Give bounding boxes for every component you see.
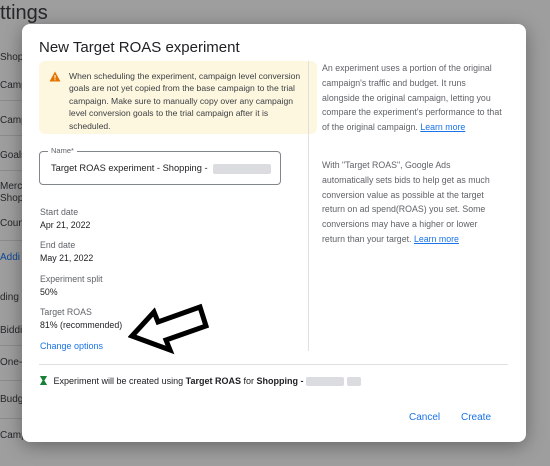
- name-field[interactable]: Name* Target ROAS experiment - Shopping …: [39, 146, 281, 185]
- target-roas-label: Target ROAS: [40, 307, 92, 317]
- dialog-title: New Target ROAS experiment: [39, 39, 240, 56]
- summary-line: Experiment will be created using Target …: [39, 376, 361, 387]
- end-date-label: End date: [40, 240, 76, 250]
- redacted-block: [306, 377, 345, 387]
- name-field-value[interactable]: Target ROAS experiment - Shopping -: [51, 163, 272, 174]
- info-text-2: With "Target ROAS", Google Ads automatic…: [322, 160, 490, 244]
- experiment-split-label: Experiment split: [40, 274, 103, 284]
- end-date-value: May 21, 2022: [40, 253, 94, 263]
- target-roas-value: 81% (recommended): [40, 320, 123, 330]
- learn-more-link-2[interactable]: Learn more: [414, 234, 459, 244]
- redacted-block: [213, 163, 272, 174]
- summary-strategy: Target ROAS: [185, 376, 241, 386]
- summary-for: for: [243, 376, 254, 386]
- summary-prefix: Experiment will be created using: [53, 376, 184, 386]
- experiment-split-value: 50%: [40, 287, 58, 297]
- experiment-dialog: New Target ROAS experiment When scheduli…: [22, 24, 526, 442]
- horizontal-divider: [39, 364, 508, 365]
- cancel-button[interactable]: Cancel: [405, 410, 444, 425]
- arrow-annotation: [128, 303, 210, 355]
- vertical-divider: [308, 61, 309, 351]
- info-paragraph-2: With "Target ROAS", Google Ads automatic…: [322, 158, 502, 247]
- name-value-text: Target ROAS experiment - Shopping -: [51, 163, 208, 173]
- learn-more-link-1[interactable]: Learn more: [420, 122, 465, 132]
- info-paragraph-1: An experiment uses a portion of the orig…: [322, 61, 502, 135]
- start-date-label: Start date: [40, 207, 79, 217]
- experiment-flask-icon: [39, 376, 48, 385]
- warning-text: When scheduling the experiment, campaign…: [69, 71, 301, 131]
- info-text-1: An experiment uses a portion of the orig…: [322, 63, 502, 133]
- change-options-link[interactable]: Change options: [40, 341, 103, 351]
- warning-banner: When scheduling the experiment, campaign…: [39, 61, 317, 134]
- name-field-label: Name*: [48, 146, 77, 156]
- redacted-block: [346, 377, 361, 387]
- warning-icon: [49, 71, 61, 82]
- start-date-value: Apr 21, 2022: [40, 220, 91, 230]
- summary-campaign: Shopping -: [256, 376, 304, 386]
- create-button[interactable]: Create: [457, 410, 495, 425]
